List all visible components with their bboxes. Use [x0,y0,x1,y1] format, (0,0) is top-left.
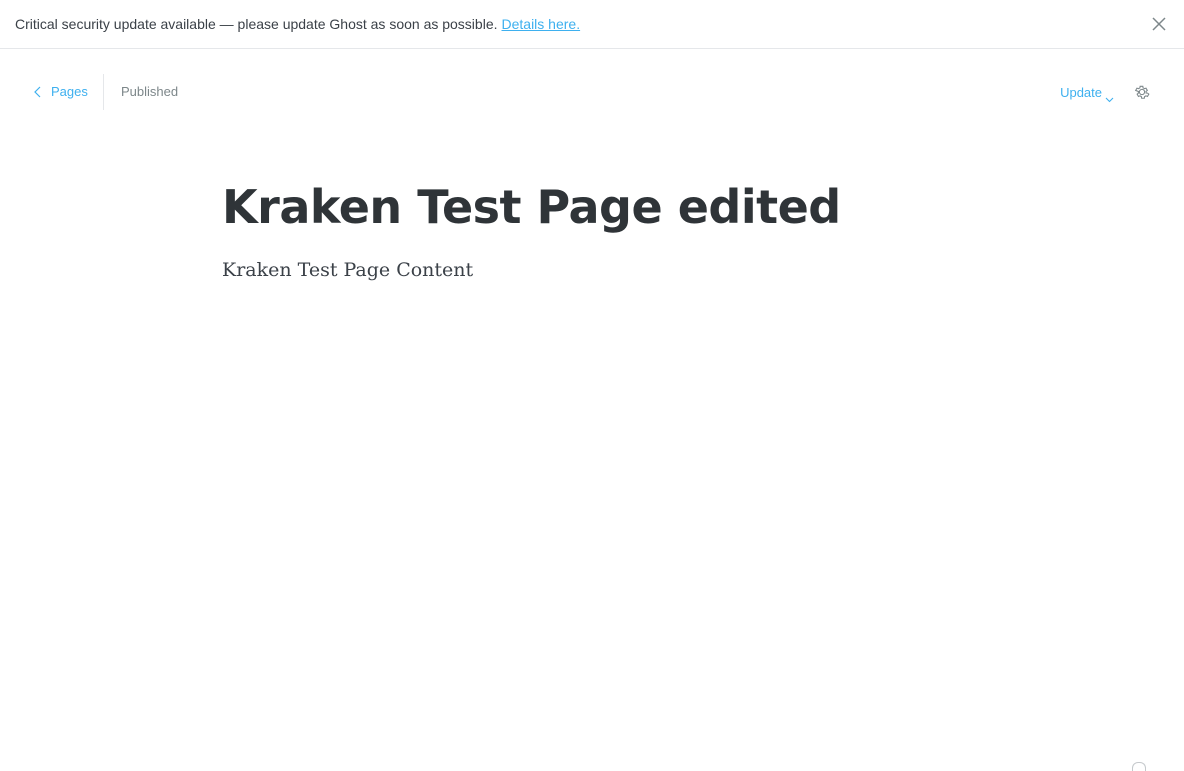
update-label: Update [1060,85,1102,100]
status-label: Published [121,84,178,99]
chevron-left-icon [33,86,43,98]
back-to-pages-link[interactable]: Pages [33,84,88,99]
page-content[interactable]: Kraken Test Page Content [222,259,473,281]
security-update-banner: Critical security update available — ple… [0,0,1184,49]
back-label: Pages [51,84,88,99]
banner-details-link[interactable]: Details here. [502,16,581,32]
update-button[interactable]: Update [1060,85,1114,100]
chevron-down-icon [1105,91,1114,97]
page-title[interactable]: Kraken Test Page edited [222,180,841,234]
banner-message: Critical security update available — ple… [15,16,498,32]
editor-header: Pages Published Update [0,50,1184,134]
gear-icon[interactable] [1133,83,1151,101]
close-icon[interactable] [1150,15,1168,33]
header-divider [103,74,104,110]
